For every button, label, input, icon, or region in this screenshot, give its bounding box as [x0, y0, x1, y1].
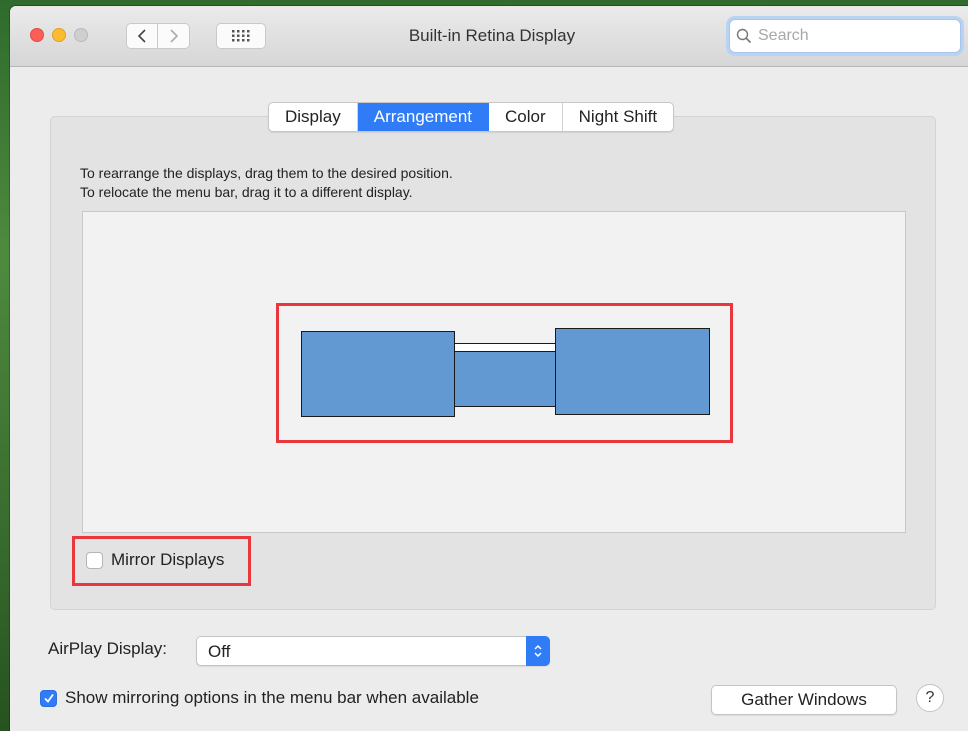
window-title: Built-in Retina Display	[408, 26, 576, 45]
system-preferences-window: Built-in Retina Display Display Arrangem…	[10, 6, 968, 731]
display-left[interactable]	[301, 331, 455, 417]
search-input[interactable]	[756, 26, 960, 46]
mirror-displays-checkbox[interactable]	[86, 551, 103, 569]
tab-night-shift[interactable]: Night Shift	[563, 103, 673, 131]
back-button[interactable]	[126, 23, 158, 49]
search-field[interactable]	[729, 19, 961, 53]
display-center-builtin[interactable]	[454, 351, 556, 407]
title-bar: Built-in Retina Display	[10, 6, 968, 67]
instruction-line-2: To relocate the menu bar, drag it to a d…	[80, 184, 413, 200]
display-right[interactable]	[555, 328, 710, 415]
show-mirroring-label: Show mirroring options in the menu bar w…	[65, 688, 479, 707]
show-mirroring-checkbox[interactable]	[40, 689, 57, 707]
mirror-displays-option[interactable]: Mirror Displays	[86, 550, 224, 570]
arrangement-instructions: To rearrange the displays, drag them to …	[80, 164, 453, 202]
tab-arrangement[interactable]: Arrangement	[357, 103, 490, 131]
zoom-window-button[interactable]	[74, 28, 88, 42]
tab-display[interactable]: Display	[269, 103, 358, 131]
search-icon	[736, 28, 752, 44]
checkmark-icon	[43, 693, 54, 703]
display-arrangement-area[interactable]	[82, 211, 906, 533]
chevron-right-icon	[169, 29, 178, 43]
airplay-display-label: AirPlay Display:	[48, 639, 168, 658]
instruction-line-1: To rearrange the displays, drag them to …	[80, 165, 453, 181]
chevron-left-icon	[137, 29, 146, 43]
gather-windows-button[interactable]: Gather Windows	[711, 685, 897, 715]
airplay-display-value: Off	[208, 642, 231, 661]
forward-button[interactable]	[158, 23, 190, 49]
mirror-displays-label: Mirror Displays	[111, 550, 225, 569]
show-all-button[interactable]	[216, 23, 266, 49]
help-button[interactable]: ?	[916, 684, 944, 712]
close-window-button[interactable]	[30, 28, 44, 42]
tab-color[interactable]: Color	[489, 103, 563, 131]
airplay-display-select[interactable]: Off	[196, 636, 550, 666]
up-down-chevron-icon	[526, 636, 550, 666]
grid-icon	[232, 30, 250, 42]
tab-bar: Display Arrangement Color Night Shift	[268, 102, 675, 132]
show-mirroring-option[interactable]: Show mirroring options in the menu bar w…	[40, 688, 479, 708]
minimize-window-button[interactable]	[52, 28, 66, 42]
